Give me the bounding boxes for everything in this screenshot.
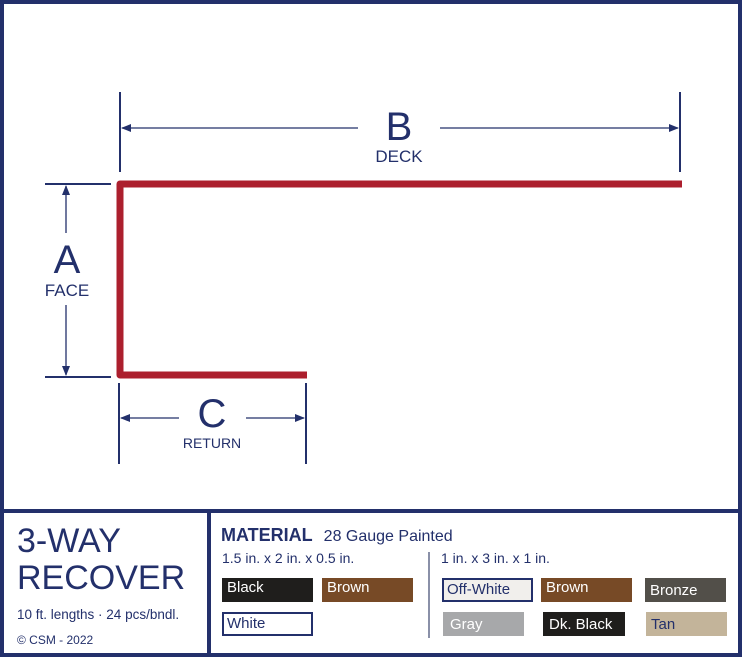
- dimension-label-return: RETURN: [183, 435, 241, 451]
- color-swatch-brown-2: Brown: [541, 578, 632, 602]
- vertical-divider: [207, 511, 211, 657]
- material-label: MATERIAL: [221, 525, 313, 545]
- product-title-line2: RECOVER: [17, 559, 186, 597]
- horizontal-divider: [0, 509, 742, 513]
- color-swatch-off-white: Off-White: [442, 578, 533, 602]
- group-separator: [428, 552, 430, 638]
- bundle-info: 10 ft. lengths · 24 pcs/bndl.: [17, 607, 180, 622]
- dimension-letter-c: C: [198, 392, 227, 436]
- dimension-a: A FACE: [45, 183, 111, 378]
- dimension-letter-a: A: [54, 238, 81, 282]
- color-swatch-gray: Gray: [443, 612, 524, 636]
- color-swatch-bronze: Bronze: [645, 578, 726, 602]
- color-swatch-black: Black: [222, 578, 313, 602]
- color-swatch-tan: Tan: [646, 612, 727, 636]
- dimension-label-deck: DECK: [375, 147, 423, 166]
- copyright: © CSM - 2022: [17, 633, 94, 647]
- size-1: 1.5 in. x 2 in. x 0.5 in.: [222, 550, 355, 566]
- dimension-b: B DECK: [119, 92, 681, 172]
- color-swatch-brown: Brown: [322, 578, 413, 602]
- dimension-letter-b: B: [386, 105, 413, 149]
- product-title-line1: 3-WAY: [17, 522, 121, 560]
- color-swatch-white: White: [222, 612, 313, 636]
- color-swatch-dk-black: Dk. Black: [543, 612, 625, 636]
- profile-diagram: B DECK A FACE C RETURN: [45, 92, 682, 464]
- dimension-label-face: FACE: [45, 281, 89, 300]
- material-heading: MATERIAL 28 Gauge Painted: [221, 525, 453, 546]
- material-description: 28 Gauge Painted: [323, 528, 453, 545]
- dimension-c: C RETURN: [118, 383, 307, 464]
- profile-shape: [116, 180, 682, 379]
- size-2: 1 in. x 3 in. x 1 in.: [441, 550, 550, 566]
